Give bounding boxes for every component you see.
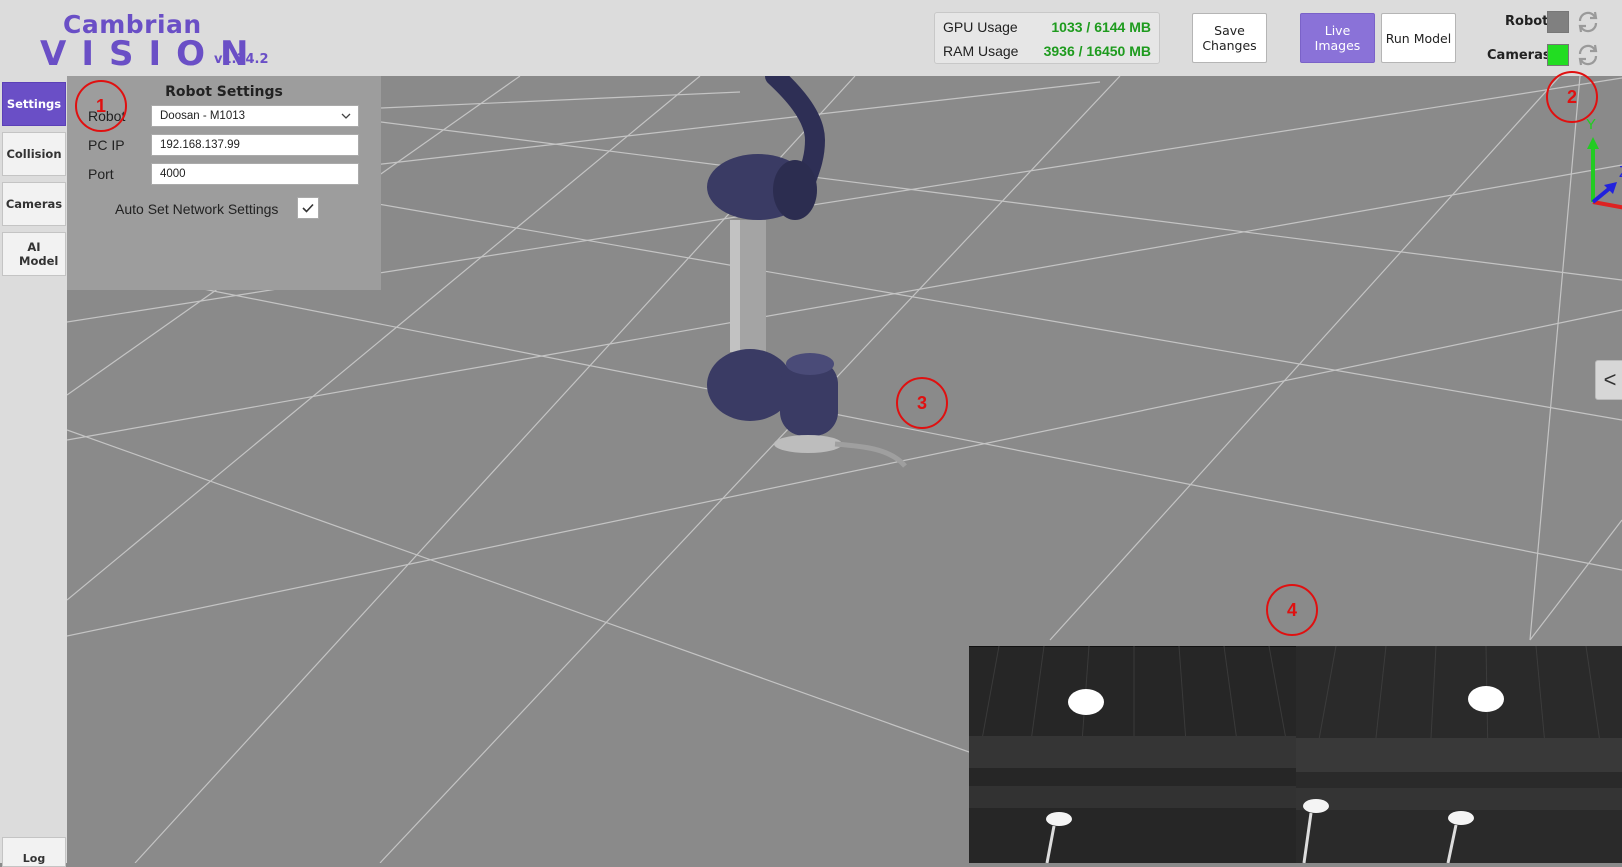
sidebar-item-ai-model-label: AI Model: [19, 240, 59, 268]
sidebar-item-settings[interactable]: Settings: [2, 82, 66, 126]
port-input[interactable]: 4000: [151, 163, 359, 185]
auto-network-checkbox[interactable]: [297, 197, 319, 219]
axis-y-label: Y: [1586, 116, 1596, 133]
cameras-status-label: Cameras: [1487, 48, 1551, 63]
version-label: v1.14.2: [214, 52, 269, 67]
annotation-marker-2: 2: [1546, 71, 1598, 123]
camera-feed-right: [1296, 646, 1622, 863]
auto-network-label: Auto Set Network Settings: [115, 201, 279, 217]
sidebar: Settings Collision Cameras AI Model: [0, 76, 67, 863]
sidebar-item-collision[interactable]: Collision: [2, 132, 66, 176]
sidebar-item-ai-model[interactable]: AI Model: [2, 232, 66, 276]
gpu-usage-label: GPU Usage: [943, 19, 1018, 35]
camera-feed-left: [969, 646, 1296, 863]
pc-ip-input[interactable]: 192.168.137.99: [151, 134, 359, 156]
top-bar: Cambrian VISION v1.14.2 GPU Usage 1033 /…: [0, 0, 1622, 77]
save-changes-button[interactable]: Save Changes: [1192, 13, 1267, 63]
annotation-marker-1: 1: [75, 80, 127, 132]
gpu-usage-value: 1033 / 6144 MB: [1051, 19, 1151, 35]
port-label: Port: [88, 166, 114, 182]
collapse-panel-button[interactable]: <: [1595, 360, 1622, 400]
live-images-button[interactable]: Live Images: [1300, 13, 1375, 63]
robot-status-indicator: [1547, 11, 1569, 33]
run-model-button[interactable]: Run Model: [1381, 13, 1456, 63]
robot-status-label: Robot: [1505, 14, 1549, 29]
robot-select-value: Doosan - M1013: [160, 110, 246, 122]
annotation-marker-3: 3: [896, 377, 948, 429]
camera-image-right: [1296, 646, 1622, 863]
robot-select[interactable]: Doosan - M1013: [151, 105, 359, 127]
chevron-down-icon: [341, 113, 351, 119]
cameras-status-indicator: [1547, 44, 1569, 66]
checkmark-icon: [302, 203, 314, 213]
axis-gizmo: Y Z X: [1586, 116, 1622, 210]
annotation-marker-4: 4: [1266, 584, 1318, 636]
camera-image-left: [969, 646, 1296, 863]
cameras-refresh-icon[interactable]: [1575, 42, 1601, 68]
pc-ip-label: PC IP: [88, 137, 125, 153]
resource-usage-panel: GPU Usage 1033 / 6144 MB RAM Usage 3936 …: [934, 12, 1160, 64]
sidebar-item-cameras[interactable]: Cameras: [2, 182, 66, 226]
ram-usage-value: 3936 / 16450 MB: [1043, 43, 1151, 59]
app-logo: Cambrian VISION v1.14.2: [38, 10, 278, 74]
ram-usage-label: RAM Usage: [943, 43, 1019, 59]
robot-refresh-icon[interactable]: [1575, 9, 1601, 35]
